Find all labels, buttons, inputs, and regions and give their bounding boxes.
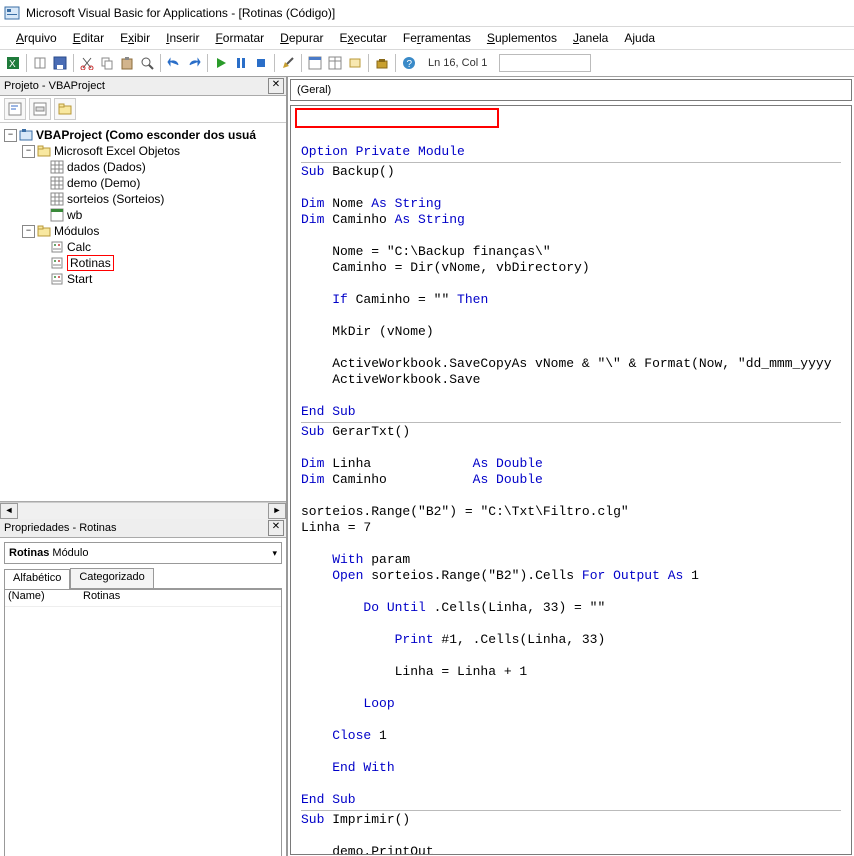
vba-project-icon (19, 128, 33, 142)
worksheet-icon (50, 160, 64, 174)
properties-panel-header: Propriedades - Rotinas ✕ (0, 519, 286, 538)
project-panel-title: Projeto - VBAProject (4, 80, 105, 92)
property-row[interactable]: (Name) Rotinas (5, 590, 281, 607)
properties-tabs: Alfabético Categorizado (4, 568, 282, 589)
menu-executar[interactable]: Executar (332, 29, 395, 47)
tree-sheet[interactable]: dados (Dados) (0, 159, 286, 175)
object-combo[interactable]: (Geral) (290, 79, 852, 101)
menu-editar[interactable]: Editar (65, 29, 112, 47)
undo-icon[interactable] (165, 54, 183, 72)
tree-workbook[interactable]: wb (0, 207, 286, 223)
tree-project-root[interactable]: − VBAProject (Como esconder dos usuá (0, 127, 286, 143)
tree-module-selected[interactable]: Rotinas (0, 255, 286, 271)
app-icon (4, 5, 20, 21)
tree-folder-modules[interactable]: − Módulos (0, 223, 286, 239)
menu-janela[interactable]: Janela (565, 29, 616, 47)
folder-open-icon (37, 144, 51, 158)
menu-ferramentas[interactable]: Ferramentas (395, 29, 479, 47)
view-object-icon[interactable] (29, 98, 51, 120)
tree-hscrollbar[interactable]: ◄ ► (0, 502, 286, 519)
reset-icon[interactable] (252, 54, 270, 72)
view-excel-icon[interactable]: X (4, 54, 22, 72)
run-icon[interactable] (212, 54, 230, 72)
menu-exibir[interactable]: Exibir (112, 29, 158, 47)
project-explorer-icon[interactable] (306, 54, 324, 72)
svg-text:X: X (9, 59, 16, 70)
cursor-position: Ln 16, Col 1 (420, 57, 495, 69)
module-icon (50, 240, 64, 254)
view-code-icon[interactable] (4, 98, 26, 120)
window-title: Microsoft Visual Basic for Applications … (26, 6, 335, 20)
folder-open-icon (37, 224, 51, 238)
object-browser-icon[interactable] (346, 54, 364, 72)
project-tree[interactable]: − VBAProject (Como esconder dos usuá − M… (0, 123, 286, 502)
properties-object-selector[interactable]: Rotinas Módulo ▾ (4, 542, 282, 564)
tree-folder-objects[interactable]: − Microsoft Excel Objetos (0, 143, 286, 159)
menu-suplementos[interactable]: Suplementos (479, 29, 565, 47)
highlight-box (295, 108, 499, 128)
insert-icon[interactable] (31, 54, 49, 72)
project-panel-header: Projeto - VBAProject ✕ (0, 77, 286, 96)
properties-close-button[interactable]: ✕ (268, 520, 284, 536)
toolbar: X ? Ln 16, Col 1 (0, 50, 854, 77)
menu-depurar[interactable]: Depurar (272, 29, 331, 47)
toolbox-icon[interactable] (373, 54, 391, 72)
paste-icon[interactable] (118, 54, 136, 72)
find-icon[interactable] (138, 54, 156, 72)
tab-alphabetic[interactable]: Alfabético (4, 569, 70, 589)
chevron-down-icon: ▾ (272, 548, 277, 559)
menu-inserir[interactable]: Inserir (158, 29, 207, 47)
properties-panel-title: Propriedades - Rotinas (4, 522, 117, 534)
design-mode-icon[interactable] (279, 54, 297, 72)
menu-arquivo[interactable]: Arquivo (8, 29, 65, 47)
project-close-button[interactable]: ✕ (268, 78, 284, 94)
workbook-icon (50, 208, 64, 222)
tab-categorized[interactable]: Categorizado (70, 568, 153, 588)
worksheet-icon (50, 192, 64, 206)
project-toolbar (0, 96, 286, 123)
help-icon[interactable]: ? (400, 54, 418, 72)
copy-icon[interactable] (98, 54, 116, 72)
title-bar: Microsoft Visual Basic for Applications … (0, 0, 854, 27)
code-editor[interactable]: Option Private Module Sub Backup() Dim N… (290, 105, 852, 855)
redo-icon[interactable] (185, 54, 203, 72)
tree-sheet[interactable]: sorteios (Sorteios) (0, 191, 286, 207)
svg-text:?: ? (407, 59, 413, 70)
module-icon (50, 272, 64, 286)
menu-ajuda[interactable]: Ajuda (616, 29, 663, 47)
toolbar-combo[interactable] (499, 54, 591, 72)
scroll-right-icon[interactable]: ► (268, 503, 286, 519)
module-icon (50, 256, 64, 270)
scroll-left-icon[interactable]: ◄ (0, 503, 18, 519)
worksheet-icon (50, 176, 64, 190)
tree-module[interactable]: Start (0, 271, 286, 287)
properties-icon[interactable] (326, 54, 344, 72)
folder-toggle-icon[interactable] (54, 98, 76, 120)
tree-sheet[interactable]: demo (Demo) (0, 175, 286, 191)
break-icon[interactable] (232, 54, 250, 72)
menu-formatar[interactable]: Formatar (207, 29, 272, 47)
tree-module[interactable]: Calc (0, 239, 286, 255)
menubar: Arquivo Editar Exibir Inserir Formatar D… (0, 27, 854, 50)
save-icon[interactable] (51, 54, 69, 72)
cut-icon[interactable] (78, 54, 96, 72)
properties-grid[interactable]: (Name) Rotinas (4, 589, 282, 856)
